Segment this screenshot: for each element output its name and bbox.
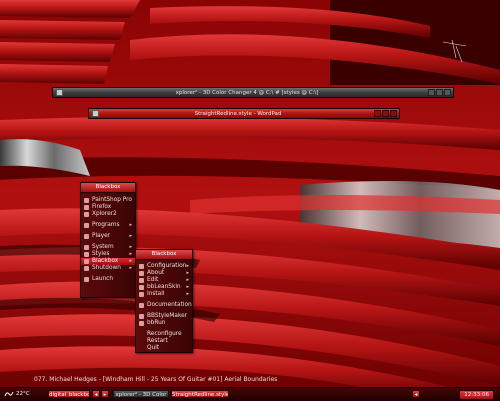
submenu-arrow-icon: ▸ bbox=[129, 251, 132, 257]
menu-item-player[interactable]: Player ▸ bbox=[81, 233, 135, 240]
menu-item-xplorer2[interactable]: Xplorer2 bbox=[81, 211, 135, 218]
menu-item-restart[interactable]: Restart bbox=[136, 338, 192, 345]
explorer-window-title: xplorer² - 3D Color Changer 4 @ C:\ # [s… bbox=[175, 89, 319, 96]
bbrun-icon bbox=[139, 321, 144, 326]
cpu-temperature-icon bbox=[4, 391, 14, 397]
now-playing-ticker: 077. Michael Hedges - [Windham Hill - 25… bbox=[34, 376, 278, 383]
menu-item-install[interactable]: Install ▸ bbox=[136, 291, 192, 298]
paintshop-icon bbox=[84, 198, 89, 203]
bbstylemaker-icon bbox=[139, 314, 144, 319]
workspace-next-icon[interactable]: ▸ bbox=[101, 390, 109, 398]
root-menu-title: Blackbox bbox=[81, 183, 135, 193]
menu-item-shutdown[interactable]: Shutdown ▸ bbox=[81, 265, 135, 272]
close-icon[interactable] bbox=[444, 89, 451, 96]
blackbox-icon bbox=[84, 259, 89, 264]
install-icon bbox=[139, 292, 144, 297]
menu-item-firefox[interactable]: Firefox bbox=[81, 204, 135, 211]
folder-icon bbox=[84, 223, 89, 228]
menu-item-paintshop[interactable]: PaintShop Pro bbox=[81, 197, 135, 204]
submenu-arrow-icon: ▸ bbox=[186, 270, 189, 276]
submenu-arrow-icon: ▸ bbox=[129, 233, 132, 239]
editor-window-titlebar[interactable]: StraightRedline.style - WordPad bbox=[88, 108, 400, 119]
submenu-arrow-icon: ▸ bbox=[129, 258, 132, 264]
taskbar: 22°C digital_blackbox ◂ ▸ xplorer² - 3D … bbox=[0, 387, 500, 401]
system-icon bbox=[84, 245, 89, 250]
minimize-icon[interactable] bbox=[374, 110, 381, 117]
explorer-window-titlebar[interactable]: xplorer² - 3D Color Changer 4 @ C:\ # [s… bbox=[52, 87, 454, 98]
menu-item-bbleanskin[interactable]: bbLeanSkin ▸ bbox=[136, 284, 192, 291]
close-icon[interactable] bbox=[390, 110, 397, 117]
about-icon bbox=[139, 271, 144, 276]
minimize-icon[interactable] bbox=[428, 89, 435, 96]
firefox-icon bbox=[84, 205, 89, 210]
root-menu: Blackbox PaintShop Pro Firefox Xplorer2 … bbox=[80, 182, 136, 298]
clock: 12:33:06 bbox=[459, 390, 494, 400]
submenu-arrow-icon: ▸ bbox=[186, 277, 189, 283]
desktop-wallpaper bbox=[0, 0, 500, 400]
menu-item-reconfigure[interactable]: Reconfigure bbox=[136, 331, 192, 338]
menu-item-about[interactable]: About ▸ bbox=[136, 270, 192, 277]
editor-window-title: StraightRedline.style - WordPad bbox=[194, 110, 282, 117]
submenu-arrow-icon: ▸ bbox=[129, 244, 132, 250]
menu-item-styles[interactable]: Styles ▸ bbox=[81, 251, 135, 258]
menu-item-programs[interactable]: Programs ▸ bbox=[81, 222, 135, 229]
menu-item-configuration[interactable]: Configuration ▸ bbox=[136, 263, 192, 270]
bbleanskin-icon bbox=[139, 285, 144, 290]
menu-item-launch[interactable]: Launch bbox=[81, 276, 135, 283]
submenu-arrow-icon: ▸ bbox=[186, 291, 189, 297]
maximize-icon[interactable] bbox=[436, 89, 443, 96]
workspace-prev-icon[interactable]: ◂ bbox=[92, 390, 100, 398]
menu-item-system[interactable]: System ▸ bbox=[81, 244, 135, 251]
shutdown-icon bbox=[84, 266, 89, 271]
menu-item-edit[interactable]: Edit ▸ bbox=[136, 277, 192, 284]
temperature-readout: 22°C bbox=[16, 391, 30, 397]
blackbox-submenu: Blackbox Configuration ▸ About ▸ Edit ▸ bbL… bbox=[135, 249, 193, 353]
menu-item-bbrun[interactable]: bbRun bbox=[136, 320, 192, 327]
edit-icon bbox=[139, 278, 144, 283]
menu-item-bbstylemaker[interactable]: BBStyleMaker bbox=[136, 313, 192, 320]
submenu-arrow-icon: ▸ bbox=[186, 263, 189, 269]
player-icon bbox=[84, 234, 89, 239]
task-button-wordpad[interactable]: StraightRedline.style bbox=[171, 390, 229, 398]
submenu-arrow-icon: ▸ bbox=[186, 284, 189, 290]
workspace-label[interactable]: digital_blackbox bbox=[48, 390, 90, 398]
menu-item-documentation[interactable]: Documentation bbox=[136, 302, 192, 309]
blackbox-submenu-title: Blackbox bbox=[136, 250, 192, 260]
xplorer2-icon bbox=[84, 212, 89, 217]
window-app-icon bbox=[56, 89, 63, 96]
submenu-arrow-icon: ▸ bbox=[129, 222, 132, 228]
menu-item-quit[interactable]: Quit bbox=[136, 345, 192, 352]
menu-item-blackbox[interactable]: Blackbox ▸ bbox=[81, 258, 135, 265]
window-prev-icon[interactable]: ◂ bbox=[412, 390, 420, 398]
maximize-icon[interactable] bbox=[382, 110, 389, 117]
documentation-icon bbox=[139, 303, 144, 308]
task-button-xplorer[interactable]: xplorer² - 3D Color bbox=[113, 390, 169, 398]
launch-icon bbox=[84, 277, 89, 282]
configuration-icon bbox=[139, 264, 144, 269]
window-app-icon bbox=[92, 110, 99, 117]
styles-icon bbox=[84, 252, 89, 257]
submenu-arrow-icon: ▸ bbox=[129, 265, 132, 271]
